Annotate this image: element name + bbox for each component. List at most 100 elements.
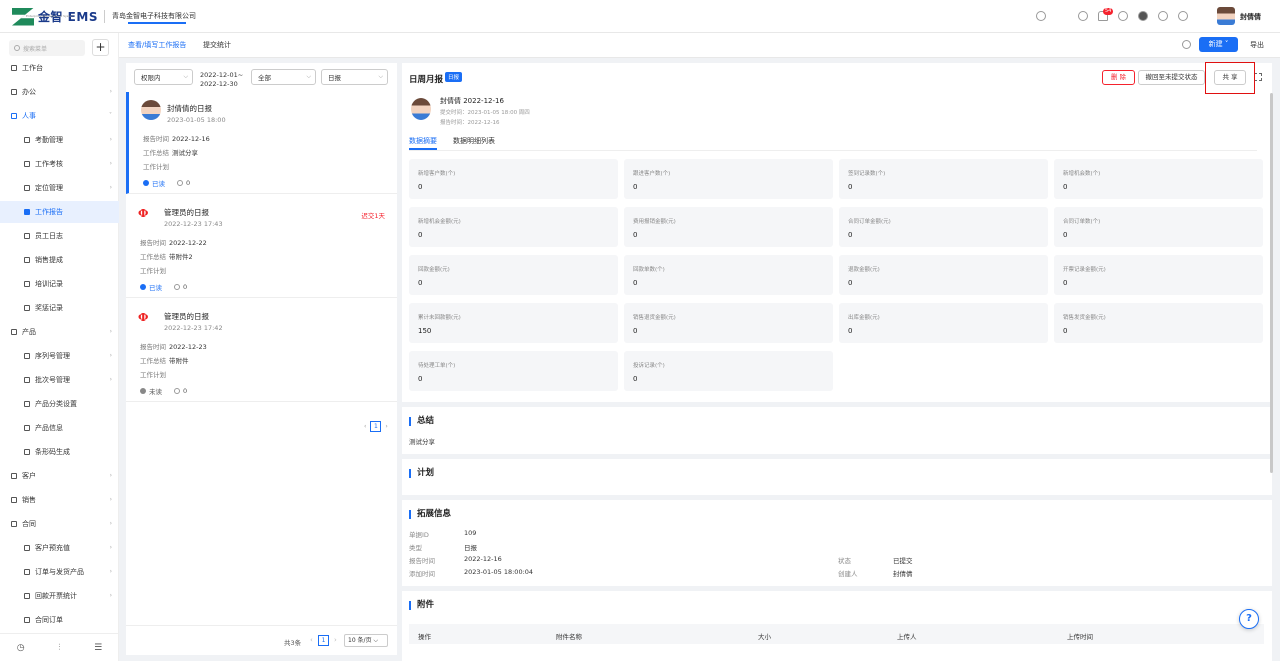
stat-value: 0 bbox=[848, 183, 853, 191]
sidebar-item[interactable]: 工作报告 bbox=[0, 201, 119, 223]
stat-card: 开票记录金额(元) 0 bbox=[1054, 255, 1263, 295]
export-button[interactable]: 导出 bbox=[1250, 40, 1264, 50]
report-summary-line: 工作总结 带附件2 bbox=[140, 251, 193, 261]
chevron-down-icon: ⌵ bbox=[306, 73, 311, 80]
sidebar-item[interactable]: 回款开票统计 › bbox=[0, 585, 119, 607]
sidebar-item[interactable]: 条形码生成 bbox=[0, 441, 119, 463]
sidebar-item[interactable]: 客户预充值 › bbox=[0, 537, 119, 559]
folder-icon bbox=[24, 377, 30, 383]
sidebar-item-label: 客户预充值 bbox=[35, 544, 70, 552]
prev-page-icon[interactable]: ‹ bbox=[364, 423, 366, 430]
search-icon[interactable] bbox=[1036, 11, 1046, 21]
stat-card: 新增机会金额(元) 0 bbox=[409, 207, 618, 247]
report-card[interactable]: Ф 管理员的日报 2022-12-23 17:43 迟交1天 报告时间 2022-12-2… bbox=[126, 196, 397, 298]
delete-button[interactable]: 删 除 bbox=[1102, 70, 1135, 85]
report-status: 已读 0 bbox=[143, 178, 190, 188]
sidebar-item-label: 工作报告 bbox=[35, 208, 63, 216]
report-title: 管理员的日报 bbox=[164, 312, 209, 321]
sidebar-item[interactable]: 培训记录 bbox=[0, 273, 119, 295]
prev-page-icon[interactable]: ‹ bbox=[310, 636, 313, 644]
sidebar-item[interactable]: 考勤管理 › bbox=[0, 129, 119, 151]
label: 工作总结 bbox=[140, 253, 166, 261]
report-card[interactable]: 封倩倩的日报 2023-01-05 18:00 报告时间 2022-12-16 工作总结… bbox=[126, 92, 397, 194]
sidebar-item[interactable]: 序列号管理 › bbox=[0, 345, 119, 367]
stat-label: 回款单数(个) bbox=[633, 267, 665, 273]
scope-select[interactable]: 权限内 ⌵ bbox=[134, 69, 193, 85]
chevron-right-icon: › bbox=[109, 136, 112, 143]
report-card[interactable]: Ф 管理员的日报 2022-12-23 17:42 报告时间 2022-12-23 工作总… bbox=[126, 300, 397, 402]
tab-view-report[interactable]: 查看/填写工作报告 bbox=[128, 40, 186, 50]
pie-chart-icon[interactable] bbox=[1138, 11, 1148, 21]
value: 带附件2 bbox=[169, 253, 193, 261]
sidebar: 搜索菜单 + 工作台 办公 › 人事 ˅ 考勤管理 › 工作考核 › 定位管理 › 工作报告 员工日志销… bbox=[0, 33, 119, 661]
sidebar-item[interactable]: 销售提成 bbox=[0, 249, 119, 271]
sidebar-item[interactable]: 客户 › bbox=[0, 465, 119, 487]
sidebar-item[interactable]: 销售 › bbox=[0, 489, 119, 511]
stat-card: 回款单数(个) 0 bbox=[624, 255, 833, 295]
next-page-icon[interactable]: › bbox=[385, 423, 387, 430]
date-range-picker[interactable]: 2022-12-01~2022-12-30 bbox=[196, 66, 246, 94]
sidebar-item[interactable]: 合同 › bbox=[0, 513, 119, 535]
next-page-icon[interactable]: › bbox=[334, 636, 337, 644]
stat-label: 新增客户数(个) bbox=[418, 171, 456, 177]
report-list-panel: 权限内 ⌵ 2022-12-01~2022-12-30 全部 ⌵ 日报 ⌵ 封倩倩的日… bbox=[126, 63, 397, 655]
stat-card: 出库金额(元) 0 bbox=[839, 303, 1048, 343]
chevron-down-icon: ⌵ bbox=[183, 73, 188, 80]
add-button[interactable]: + bbox=[92, 39, 109, 56]
folder-icon bbox=[24, 137, 30, 143]
sidebar-item[interactable]: 人事 ˅ bbox=[0, 105, 119, 127]
user-avatar[interactable] bbox=[1217, 7, 1235, 25]
help-circle-icon[interactable] bbox=[1178, 11, 1188, 21]
stat-label: 费用报销金额(元) bbox=[633, 219, 676, 225]
sidebar-item[interactable]: 办公 › bbox=[0, 81, 119, 103]
sidebar-item[interactable]: 工作台 bbox=[0, 57, 119, 79]
sidebar-item[interactable]: 订单与发货产品 › bbox=[0, 561, 119, 583]
sidebar-item-label: 销售 bbox=[22, 496, 36, 504]
field-label: 状态 bbox=[838, 557, 851, 565]
page-1-button[interactable]: 1 bbox=[318, 635, 329, 646]
module-tabs: 查看/填写工作报告 提交统计 bbox=[119, 33, 1280, 58]
stats-icon[interactable]: ⫶ bbox=[58, 643, 60, 653]
sidebar-item[interactable]: 员工日志 bbox=[0, 225, 119, 247]
tab-data-detail[interactable]: 数据明细列表 bbox=[453, 136, 495, 146]
withdraw-button[interactable]: 撤回至未提交状态 bbox=[1138, 70, 1205, 85]
sidebar-item[interactable]: 产品 › bbox=[0, 321, 119, 343]
sidebar-item[interactable]: 产品分类设置 bbox=[0, 393, 119, 415]
stat-card: 销售退货金额(元) 0 bbox=[624, 303, 833, 343]
sidebar-item[interactable]: 定位管理 › bbox=[0, 177, 119, 199]
contacts-icon[interactable] bbox=[1078, 11, 1088, 21]
sidebar-item[interactable]: 合同订单 bbox=[0, 609, 119, 631]
sidebar-item[interactable]: 产品信息 bbox=[0, 417, 119, 439]
user-name[interactable]: 封倩倩 bbox=[1240, 12, 1261, 22]
cube-icon bbox=[11, 329, 17, 335]
fullscreen-icon[interactable] bbox=[1254, 73, 1262, 81]
page-size-select[interactable]: 10 条/页 ⌵ bbox=[344, 634, 388, 647]
sidebar-item[interactable]: 批次号管理 › bbox=[0, 369, 119, 391]
new-button[interactable]: 新建 ˅ bbox=[1199, 37, 1238, 52]
tab-submit-stats[interactable]: 提交统计 bbox=[203, 40, 231, 50]
sidebar-item-label: 工作考核 bbox=[35, 160, 63, 168]
value: 带附件 bbox=[169, 357, 189, 365]
help-button[interactable]: ? bbox=[1239, 609, 1259, 629]
settings-icon[interactable] bbox=[1118, 11, 1128, 21]
stat-value: 0 bbox=[1063, 279, 1068, 287]
col-uploader: 上传人 bbox=[897, 633, 917, 641]
report-summary-line: 工作总结 带附件 bbox=[140, 355, 189, 365]
type-select[interactable]: 日报 ⌵ bbox=[321, 69, 388, 85]
page-1-button[interactable]: 1 bbox=[370, 421, 382, 432]
tab-data-summary[interactable]: 数据摘要 bbox=[409, 136, 437, 146]
sidebar-item[interactable]: 奖惩记录 bbox=[0, 297, 119, 319]
contract-icon bbox=[11, 521, 17, 527]
sidebar-item[interactable]: 工作考核 › bbox=[0, 153, 119, 175]
settings-icon[interactable] bbox=[1182, 40, 1191, 49]
menu-toggle-icon[interactable]: ☰ bbox=[94, 643, 102, 653]
menu-search-input[interactable]: 搜索菜单 bbox=[9, 40, 85, 56]
gear-icon[interactable] bbox=[1158, 11, 1168, 21]
history-icon[interactable]: ◷ bbox=[17, 643, 25, 653]
status-select[interactable]: 全部 ⌵ bbox=[251, 69, 316, 85]
company-logo-icon: Ф bbox=[138, 311, 149, 324]
scrollbar[interactable] bbox=[1270, 93, 1273, 473]
label: 报告时间 bbox=[143, 135, 169, 143]
company-name: 青岛金智电子科技有限公司 bbox=[112, 12, 196, 20]
submit-time: 提交时间：2023-01-05 18:00 周四 bbox=[440, 110, 530, 116]
